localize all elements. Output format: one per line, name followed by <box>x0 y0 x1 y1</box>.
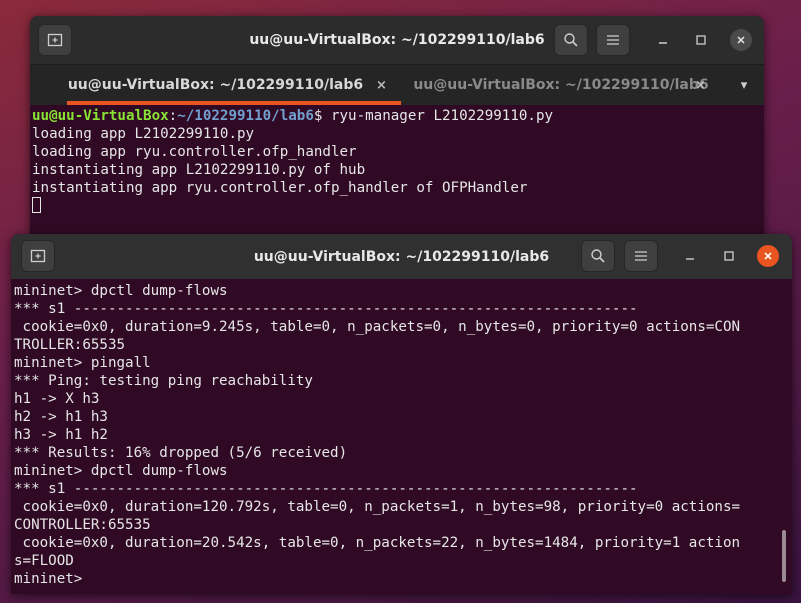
tab-2-label: uu@uu-VirtualBox: ~/102299110/lab6 <box>413 77 709 93</box>
terminal-line: TROLLER:65535 <box>14 337 126 353</box>
new-tab-icon <box>47 33 63 47</box>
terminal-line: s=FLOOD <box>14 553 74 569</box>
search-button[interactable] <box>554 24 588 56</box>
maximize-icon <box>724 251 734 261</box>
tab-1-label: uu@uu-VirtualBox: ~/102299110/lab6 <box>67 77 364 93</box>
search-button[interactable] <box>581 240 615 272</box>
terminal-line: instantiating app L2102299110.py of hub <box>32 162 366 178</box>
search-icon <box>591 249 605 263</box>
terminal-line: cookie=0x0, duration=9.245s, table=0, n_… <box>14 319 741 335</box>
prompt-command: $ ryu-manager L2102299110.py <box>313 108 554 124</box>
tab-2[interactable]: uu@uu-VirtualBox: ~/102299110/lab6 × <box>401 65 721 105</box>
terminal-line: mininet> pingall <box>14 355 151 371</box>
search-icon <box>564 33 578 47</box>
prompt-path: ~/102299110/lab6 <box>177 108 314 124</box>
tab-1[interactable]: uu@uu-VirtualBox: ~/102299110/lab6 × <box>30 65 401 105</box>
new-tab-button[interactable] <box>38 24 72 56</box>
maximize-icon <box>696 35 706 45</box>
maximize-button[interactable] <box>718 245 740 267</box>
minimize-icon <box>659 42 667 44</box>
terminal-line: *** s1 ---------------------------------… <box>14 481 638 497</box>
terminal-line: loading app ryu.controller.ofp_handler <box>32 144 357 160</box>
prompt-user: uu@uu-VirtualBox <box>32 108 169 124</box>
terminal-line: h2 -> h1 h3 <box>14 409 108 425</box>
minimize-icon <box>686 258 694 260</box>
maximize-button[interactable] <box>690 29 712 51</box>
tab-1-close-icon[interactable]: × <box>376 78 387 93</box>
terminal-window-back[interactable]: uu@uu-VirtualBox: ~/102299110/lab6 uu@uu… <box>30 16 764 246</box>
terminal-output[interactable]: uu@uu-VirtualBox:~/102299110/lab6$ ryu-m… <box>32 107 754 246</box>
close-icon <box>737 36 745 44</box>
terminal-line: *** s1 ---------------------------------… <box>14 301 638 317</box>
terminal-output[interactable]: mininet> dpctl dump-flows *** s1 -------… <box>14 282 778 594</box>
hamburger-menu-icon <box>607 35 619 45</box>
close-button[interactable] <box>730 29 752 51</box>
text-cursor <box>32 197 41 213</box>
titlebar[interactable]: uu@uu-VirtualBox: ~/102299110/lab6 <box>11 234 792 279</box>
terminal-line: mininet> dpctl dump-flows <box>14 283 228 299</box>
terminal-line: CONTROLLER:65535 <box>14 517 151 533</box>
close-icon <box>764 252 772 260</box>
terminal-line: h1 -> X h3 <box>14 391 100 407</box>
new-tab-icon <box>30 249 46 263</box>
hamburger-menu-icon <box>635 251 647 261</box>
active-tab-indicator <box>67 101 401 105</box>
minimize-button[interactable] <box>679 245 701 267</box>
tab-2-close-icon[interactable]: × <box>695 78 706 93</box>
window-title: uu@uu-VirtualBox: ~/102299110/lab6 <box>253 248 550 265</box>
tab-bar: uu@uu-VirtualBox: ~/102299110/lab6 × uu@… <box>30 64 764 105</box>
titlebar[interactable]: uu@uu-VirtualBox: ~/102299110/lab6 <box>30 16 764 64</box>
prompt-separator: : <box>168 108 178 124</box>
terminal-line: cookie=0x0, duration=120.792s, table=0, … <box>14 499 741 515</box>
scrollbar[interactable] <box>782 530 786 582</box>
terminal-line: mininet> <box>14 571 83 587</box>
terminal-line: mininet> dpctl dump-flows <box>14 463 228 479</box>
terminal-line: loading app L2102299110.py <box>32 126 255 142</box>
terminal-line: cookie=0x0, duration=20.542s, table=0, n… <box>14 535 741 551</box>
menu-button[interactable] <box>596 24 630 56</box>
terminal-line: instantiating app ryu.controller.ofp_han… <box>32 180 528 196</box>
close-button[interactable] <box>757 245 779 267</box>
minimize-button[interactable] <box>652 29 674 51</box>
terminal-window-front[interactable]: uu@uu-VirtualBox: ~/102299110/lab6 minin… <box>11 234 792 594</box>
terminal-line: *** Results: 16% dropped (5/6 received) <box>14 445 348 461</box>
terminal-line: *** Ping: testing ping reachability <box>14 373 313 389</box>
new-tab-button[interactable] <box>21 240 55 272</box>
menu-button[interactable] <box>624 240 658 272</box>
terminal-line: h3 -> h1 h2 <box>14 427 108 443</box>
tab-list-dropdown-icon[interactable]: ▾ <box>730 65 758 105</box>
